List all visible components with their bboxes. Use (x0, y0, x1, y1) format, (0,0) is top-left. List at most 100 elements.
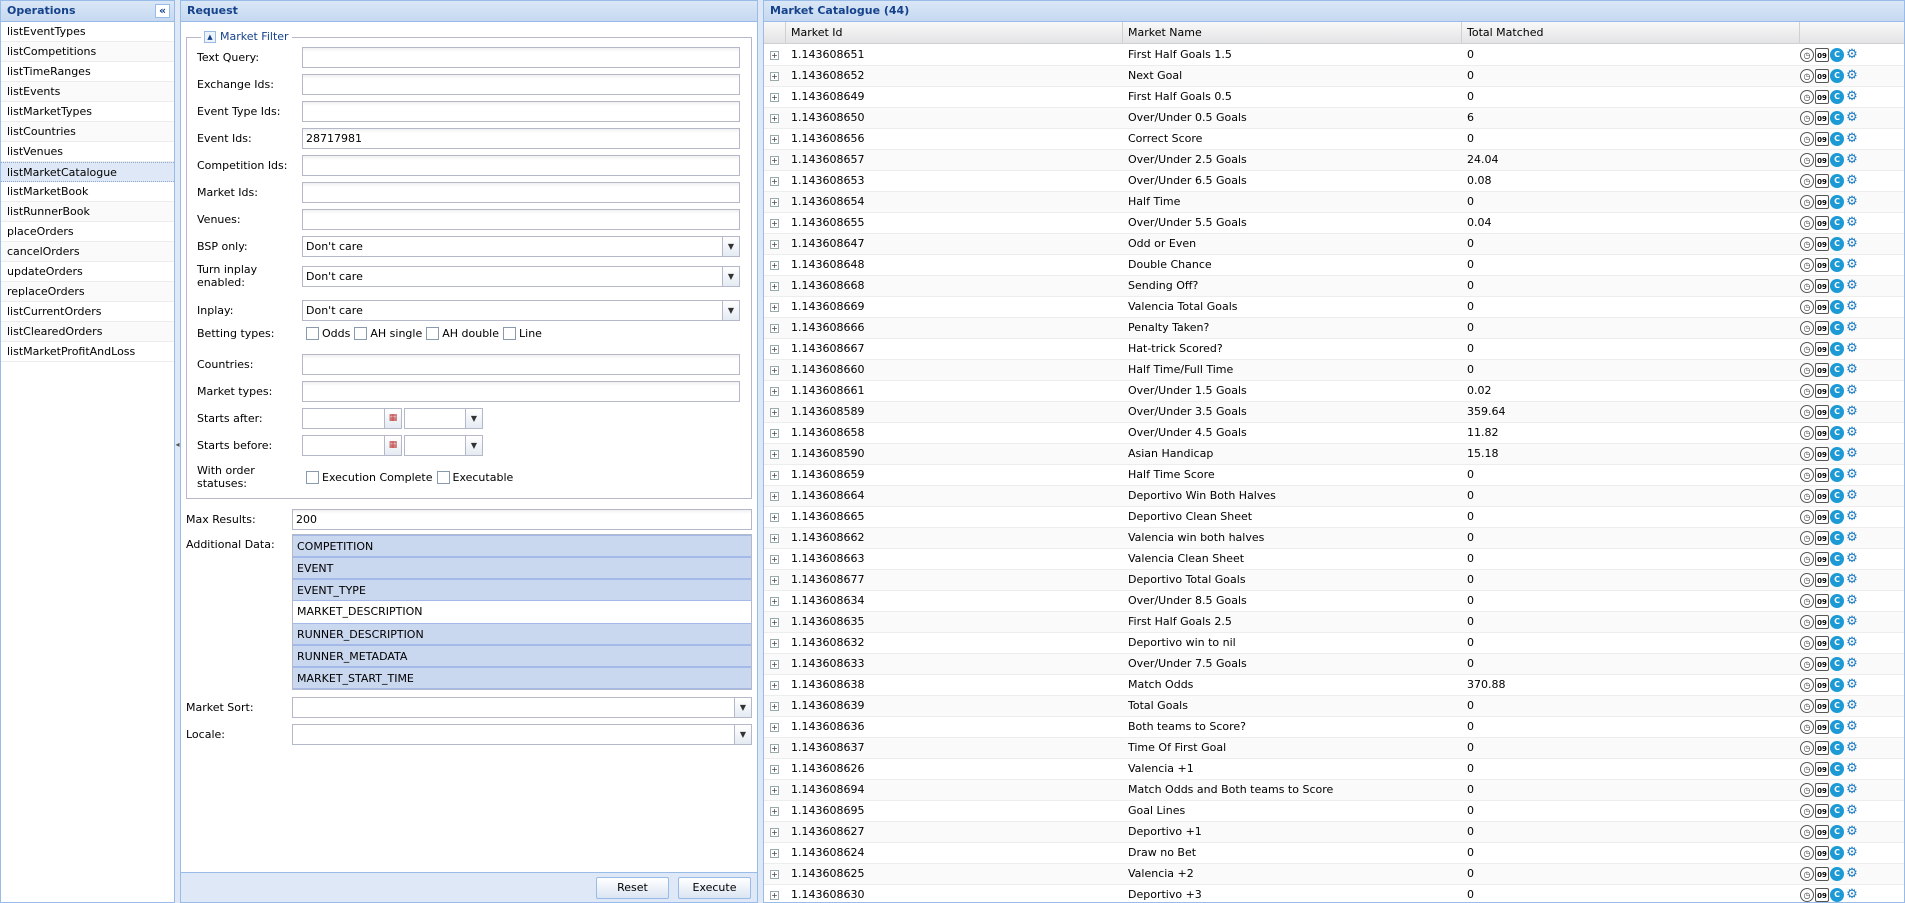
c-icon[interactable]: C (1830, 888, 1844, 902)
gear-icon[interactable]: ⚙ (1845, 573, 1859, 587)
gear-icon[interactable]: ⚙ (1845, 552, 1859, 566)
row-expander[interactable]: + (764, 297, 786, 317)
gear-icon[interactable]: ⚙ (1845, 132, 1859, 146)
operation-item[interactable]: listRunnerBook (1, 202, 174, 222)
table-row[interactable]: +1.143608664 Deportivo Win Both Halves 0 ◷ 0… (764, 486, 1904, 507)
operation-item[interactable]: listEvents (1, 82, 174, 102)
clock-icon[interactable]: ◷ (1800, 783, 1814, 797)
gear-icon[interactable]: ⚙ (1845, 720, 1859, 734)
market-sort-select[interactable]: ▼ (292, 697, 752, 718)
calendar-icon[interactable]: 09 (1815, 615, 1829, 629)
c-icon[interactable]: C (1830, 825, 1844, 839)
reset-button[interactable]: Reset (596, 877, 669, 899)
operation-item[interactable]: listCountries (1, 122, 174, 142)
plus-icon[interactable]: + (770, 806, 779, 816)
clock-icon[interactable]: ◷ (1800, 174, 1814, 188)
checkbox-option[interactable]: Line (499, 327, 542, 340)
event-type-ids-input[interactable] (302, 101, 740, 122)
operation-item[interactable]: listVenues (1, 142, 174, 162)
gear-icon[interactable]: ⚙ (1845, 90, 1859, 104)
gear-icon[interactable]: ⚙ (1845, 321, 1859, 335)
c-icon[interactable]: C (1830, 783, 1844, 797)
gear-icon[interactable]: ⚙ (1845, 174, 1859, 188)
gear-icon[interactable]: ⚙ (1845, 300, 1859, 314)
c-icon[interactable]: C (1830, 216, 1844, 230)
plus-icon[interactable]: + (770, 680, 779, 690)
checkbox[interactable] (306, 327, 319, 340)
calendar-icon[interactable]: 09 (1815, 657, 1829, 671)
row-expander[interactable]: + (764, 234, 786, 254)
c-icon[interactable]: C (1830, 468, 1844, 482)
gear-icon[interactable]: ⚙ (1845, 804, 1859, 818)
table-row[interactable]: +1.143608627 Deportivo +1 0 ◷ 09 C ⚙ (764, 822, 1904, 843)
clock-icon[interactable]: ◷ (1800, 321, 1814, 335)
table-row[interactable]: +1.143608653 Over/Under 6.5 Goals 0.08 ◷ 09 C… (764, 171, 1904, 192)
clock-icon[interactable]: ◷ (1800, 363, 1814, 377)
execute-button[interactable]: Execute (678, 877, 751, 899)
plus-icon[interactable]: + (770, 785, 779, 795)
market-ids-input[interactable] (302, 182, 740, 203)
table-row[interactable]: +1.143608666 Penalty Taken? 0 ◷ 09 C ⚙ (764, 318, 1904, 339)
calendar-icon[interactable]: 09 (1815, 846, 1829, 860)
row-expander[interactable]: + (764, 402, 786, 422)
calendar-icon[interactable]: 09 (1815, 699, 1829, 713)
operation-item[interactable]: listMarketTypes (1, 102, 174, 122)
clock-icon[interactable]: ◷ (1800, 216, 1814, 230)
checkbox[interactable] (306, 470, 319, 484)
checkbox[interactable] (354, 327, 368, 340)
gear-icon[interactable]: ⚙ (1845, 69, 1859, 83)
calendar-icon[interactable]: 09 (1815, 531, 1829, 545)
gear-icon[interactable]: ⚙ (1845, 636, 1859, 650)
c-icon[interactable]: C (1830, 447, 1844, 461)
plus-icon[interactable]: + (770, 470, 779, 480)
gear-icon[interactable]: ⚙ (1845, 384, 1859, 398)
plus-icon[interactable]: + (770, 617, 779, 627)
operation-item[interactable]: listMarketBook (1, 182, 174, 202)
gear-icon[interactable]: ⚙ (1845, 363, 1859, 377)
row-expander[interactable]: + (764, 759, 786, 779)
gear-icon[interactable]: ⚙ (1845, 825, 1859, 839)
calendar-icon[interactable]: 09 (1815, 48, 1829, 62)
table-row[interactable]: +1.143608636 Both teams to Score? 0 ◷ 09 C ⚙ (764, 717, 1904, 738)
table-row[interactable]: +1.143608589 Over/Under 3.5 Goals 359.64 ◷ 0… (764, 402, 1904, 423)
gear-icon[interactable]: ⚙ (1845, 678, 1859, 692)
clock-icon[interactable]: ◷ (1800, 594, 1814, 608)
plus-icon[interactable]: + (770, 281, 779, 291)
table-row[interactable]: +1.143608651 First Half Goals 1.5 0 ◷ 09 C ⚙ (764, 45, 1904, 66)
calendar-icon[interactable]: 09 (1815, 594, 1829, 608)
row-expander[interactable]: + (764, 864, 786, 884)
operation-item[interactable]: listMarketProfitAndLoss (1, 342, 174, 362)
row-expander[interactable]: + (764, 423, 786, 443)
gear-icon[interactable]: ⚙ (1845, 867, 1859, 881)
operation-item[interactable]: listClearedOrders (1, 322, 174, 342)
operation-item[interactable]: replaceOrders (1, 282, 174, 302)
table-row[interactable]: +1.143608694 Match Odds and Both teams to… (764, 780, 1904, 801)
plus-icon[interactable]: + (770, 701, 779, 711)
c-icon[interactable]: C (1830, 741, 1844, 755)
plus-icon[interactable]: + (770, 449, 779, 459)
table-row[interactable]: +1.143608626 Valencia +1 0 ◷ 09 C ⚙ (764, 759, 1904, 780)
plus-icon[interactable]: + (770, 491, 779, 501)
table-row[interactable]: +1.143608662 Valencia win both halves 0 ◷ 09… (764, 528, 1904, 549)
gear-icon[interactable]: ⚙ (1845, 510, 1859, 524)
locale-select[interactable]: ▼ (292, 724, 752, 745)
clock-icon[interactable]: ◷ (1800, 825, 1814, 839)
calendar-icon[interactable]: 09 (1815, 384, 1829, 398)
clock-icon[interactable]: ◷ (1800, 300, 1814, 314)
additional-data-item[interactable]: RUNNER_DESCRIPTION (293, 623, 751, 645)
calendar-icon[interactable]: 09 (1815, 279, 1829, 293)
plus-icon[interactable]: + (770, 218, 779, 228)
c-icon[interactable]: C (1830, 804, 1844, 818)
gear-icon[interactable]: ⚙ (1845, 237, 1859, 251)
table-row[interactable]: +1.143608663 Valencia Clean Sheet 0 ◷ 09 C ⚙ (764, 549, 1904, 570)
clock-icon[interactable]: ◷ (1800, 195, 1814, 209)
row-expander[interactable]: + (764, 255, 786, 275)
row-expander[interactable]: + (764, 465, 786, 485)
additional-data-item[interactable]: EVENT (293, 557, 751, 579)
checkbox-option[interactable]: AH single (350, 327, 422, 340)
table-row[interactable]: +1.143608590 Asian Handicap 15.18 ◷ 09 C ⚙ (764, 444, 1904, 465)
clock-icon[interactable]: ◷ (1800, 531, 1814, 545)
table-row[interactable]: +1.143608647 Odd or Even 0 ◷ 09 C ⚙ (764, 234, 1904, 255)
gear-icon[interactable]: ⚙ (1845, 783, 1859, 797)
event-ids-input[interactable]: 28717981 (302, 128, 740, 149)
